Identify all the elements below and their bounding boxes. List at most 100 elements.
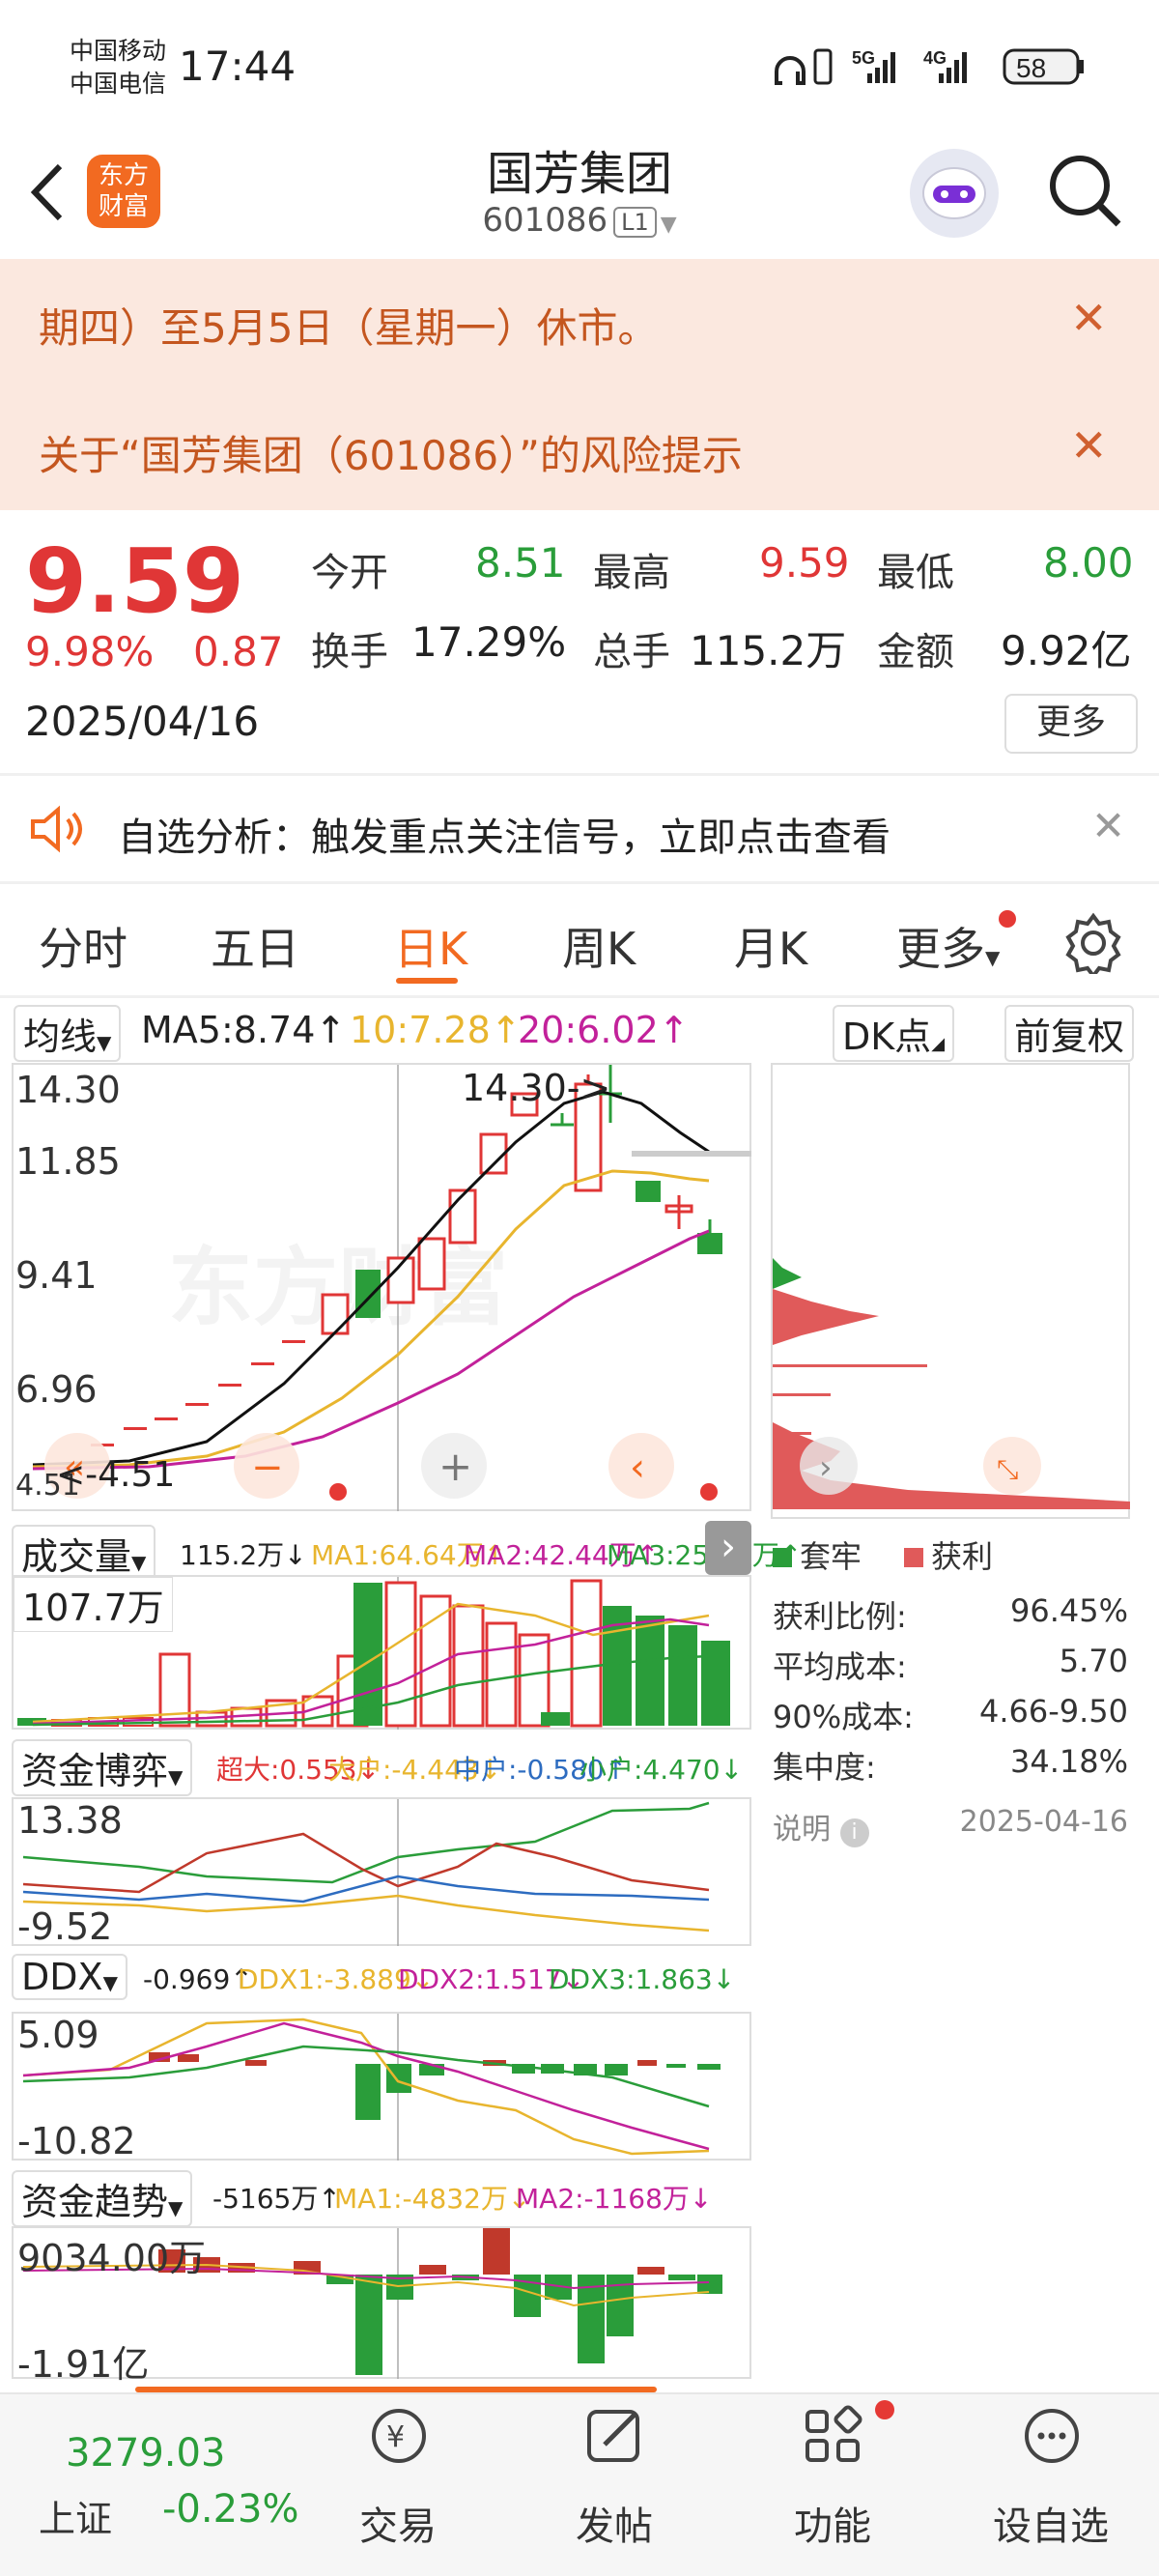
trend-chart[interactable]: 9034.00万 -1.91亿 [12, 2226, 751, 2386]
edit-icon [587, 2410, 639, 2462]
close-icon[interactable]: ✕ [1070, 419, 1108, 472]
close-icon[interactable]: ✕ [1070, 292, 1108, 344]
explain-link[interactable]: 说明 i [773, 1805, 869, 1847]
info-icon: i [839, 1818, 869, 1847]
open-value: 8.51 [475, 539, 566, 587]
fund-small: 小户:4.470↓ [580, 1754, 744, 1786]
tab-daily-k[interactable]: 日K [394, 914, 467, 978]
chip-profit-ratio-value: 96.45% [1009, 1592, 1128, 1629]
volume-chart[interactable]: 107.7万 [12, 1575, 751, 1730]
ddx-select[interactable]: DDX▼ [12, 1954, 127, 2000]
carrier-2: 中国电信 [70, 70, 167, 98]
trade-button[interactable]: ¥ 交易 [330, 2394, 466, 2576]
ma20-value: 20:6.02↑ [518, 1009, 690, 1051]
tab-weekly-k[interactable]: 周K [562, 914, 636, 978]
status-bar: 中国移动 中国电信 17:44 5G 4G 58 [0, 0, 1159, 135]
high-label: 最高 [593, 551, 670, 595]
divider [0, 881, 1159, 884]
svg-text:5G: 5G [852, 48, 875, 68]
ma5-value: MA5:8.74↑ [141, 1009, 347, 1051]
notice-text: 关于“国芳集团（601086）”的风险提示 [39, 432, 743, 479]
kline-svg: « − + ‹ [32, 1065, 751, 1511]
active-tab-indicator [396, 978, 458, 984]
svg-text:−: − [251, 1445, 284, 1490]
add-watchlist-button[interactable]: 设自选 [983, 2394, 1118, 2576]
ddx3-value: DDX3:1.863↓ [549, 1963, 736, 1995]
trend-ma2: MA2:-1168万↓ [516, 2183, 713, 2215]
high-marker: 14.30-> [462, 1067, 611, 1109]
dk-select[interactable]: DK点◢ [833, 1005, 955, 1062]
close-icon[interactable]: ✕ [1091, 802, 1125, 849]
more-quote-button[interactable]: 更多 [1004, 694, 1138, 754]
tab-more[interactable]: 更多▼ [896, 914, 1000, 978]
y-label-1: 14.30 [15, 1069, 121, 1111]
ddx-chart[interactable]: 5.09 -10.82 [12, 2012, 751, 2162]
turnover-value: 17.29% [411, 618, 567, 666]
robot-avatar[interactable] [910, 149, 999, 238]
volume-current: 115.2万↓ [180, 1539, 307, 1571]
alert-bar[interactable]: 自选分析：触发重点关注信号，立即点击查看 ✕ [0, 777, 1159, 881]
chip-concentration-value: 34.18% [1009, 1743, 1128, 1780]
header: 东方 财富 国芳集团 601086 L1 ▼ [0, 135, 1159, 259]
svg-text:›: › [819, 1448, 833, 1487]
trend-select[interactable]: 资金趋势▼ [12, 2170, 193, 2227]
notice-holiday[interactable]: 期四）至5月5日（星期一）休市。 ✕ [0, 259, 1159, 383]
chip-profit-ratio-label: 获利比例: [773, 1598, 907, 1635]
volume-select[interactable]: 成交量▼ [12, 1525, 156, 1582]
turnover-label: 换手 [311, 630, 388, 674]
y-label-4: 6.96 [15, 1368, 98, 1411]
low-value: 8.00 [1043, 539, 1134, 587]
svg-text:¥: ¥ [386, 2420, 405, 2454]
chip-avg-cost-value: 5.70 [1059, 1643, 1128, 1679]
fund-chart[interactable]: 13.38 -9.52 [12, 1797, 751, 1948]
amount-value: 9.92亿 [1001, 627, 1132, 674]
tab-fenshi[interactable]: 分时 [39, 914, 127, 978]
grid-icon [806, 2405, 862, 2462]
notice-text: 期四）至5月5日（星期一）休市。 [39, 304, 659, 352]
signal-icons: 5G 4G 58 [775, 48, 1084, 85]
ma-select[interactable]: 均线▼ [14, 1005, 122, 1062]
clock: 17:44 [179, 43, 297, 90]
volume-top-label: 107.7万 [14, 1577, 173, 1632]
ma10-value: 10:7.28↑ [350, 1009, 522, 1051]
low-marker: <-4.51 [56, 1455, 176, 1495]
svg-text:‹: ‹ [630, 1445, 645, 1490]
divider [0, 773, 1159, 776]
kline-chart[interactable]: 东方财富 « − + ‹ 14.30 11.85 9.41 6.96 4.51 … [12, 1063, 751, 1511]
volume-label: 总手 [593, 630, 670, 674]
speaker-icon [31, 805, 82, 853]
index-name[interactable]: 上证 [39, 2489, 112, 2542]
chip-avg-cost-label: 平均成本: [773, 1648, 907, 1685]
post-label: 发帖 [576, 2504, 653, 2549]
expand-right-button[interactable]: › [705, 1521, 751, 1575]
svg-text:4G: 4G [923, 48, 947, 68]
dropdown-icon: ▼ [660, 213, 677, 237]
chip-distribution[interactable]: › ⤡ [771, 1063, 1130, 1519]
low-label: 最低 [877, 551, 954, 595]
svg-text:58: 58 [1016, 53, 1046, 83]
y-label-3: 9.41 [15, 1254, 98, 1297]
candles [91, 1065, 722, 1446]
legend-trap: 套牢 [773, 1532, 862, 1577]
index-value[interactable]: 3279.03 [66, 2431, 225, 2476]
trend-value: -5165万↑ [212, 2183, 341, 2215]
status-icons: 5G 4G 58 [773, 43, 1091, 91]
divider [0, 995, 1159, 998]
notification-dot [875, 2400, 894, 2419]
search-button[interactable] [1045, 151, 1126, 232]
fund-y-top: 13.38 [17, 1799, 123, 1842]
open-label: 今开 [311, 551, 388, 595]
restore-select[interactable]: 前复权 [1004, 1005, 1135, 1062]
tab-wuri[interactable]: 五日 [211, 914, 299, 978]
chip-concentration-label: 集中度: [773, 1749, 876, 1786]
bottom-bar: 3279.03 上证 -0.23% ¥ 交易 发帖 功能 设自选 [0, 2392, 1159, 2576]
post-button[interactable]: 发帖 [547, 2394, 682, 2576]
index-change[interactable]: -0.23% [162, 2487, 299, 2532]
svg-text:⤡: ⤡ [997, 1453, 1018, 1485]
fund-select[interactable]: 资金博弈▼ [12, 1739, 193, 1796]
fund-svg [22, 1799, 710, 1946]
notice-risk[interactable]: 关于“国芳集团（601086）”的风险提示 ✕ [0, 383, 1159, 510]
tab-monthly-k[interactable]: 月K [734, 914, 807, 978]
function-button[interactable]: 功能 [765, 2394, 900, 2576]
settings-button[interactable] [1062, 912, 1124, 980]
